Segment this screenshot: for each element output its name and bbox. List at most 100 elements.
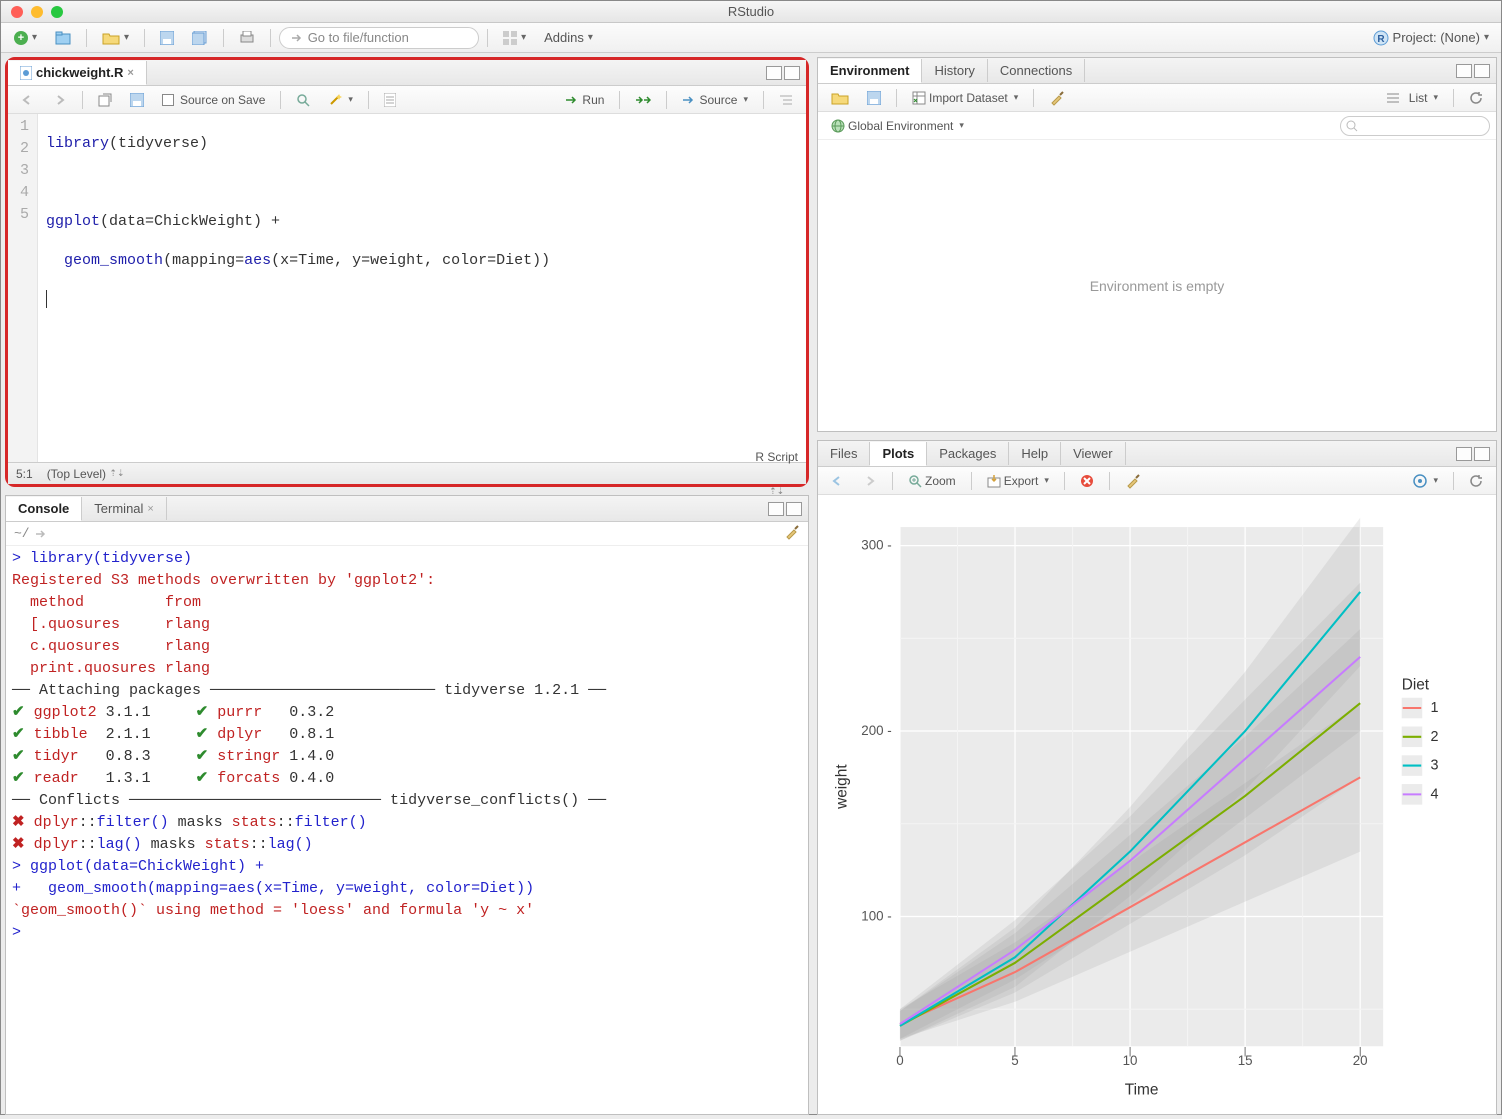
source-tab-chickweight[interactable]: chickweight.R × — [8, 61, 147, 85]
svg-text:200 -: 200 - — [861, 723, 891, 738]
app-title: RStudio — [1, 4, 1501, 19]
export-plot-button[interactable]: Export — [980, 471, 1056, 491]
working-directory[interactable]: ~/ — [14, 526, 30, 541]
maximize-env-icon[interactable] — [1474, 64, 1490, 78]
titlebar: RStudio — [1, 1, 1501, 23]
tab-history[interactable]: History — [922, 59, 987, 82]
minimize-env-icon[interactable] — [1456, 64, 1472, 78]
language-selector[interactable]: R Script ⇡⇣ — [755, 450, 798, 497]
project-menu[interactable]: R Project: (None) ▾ — [1367, 30, 1495, 46]
tab-viewer[interactable]: Viewer — [1061, 442, 1126, 465]
source-on-save-checkbox[interactable]: Source on Save — [155, 90, 272, 110]
clear-console-button[interactable] — [784, 524, 800, 544]
minimize-pane-icon[interactable] — [766, 66, 782, 80]
clear-env-button[interactable] — [1042, 87, 1072, 109]
remove-plot-button[interactable] — [1073, 471, 1101, 491]
new-project-button[interactable] — [48, 28, 78, 48]
tab-files[interactable]: Files — [818, 442, 870, 465]
svg-text:weight: weight — [834, 764, 851, 810]
tab-connections[interactable]: Connections — [988, 59, 1085, 82]
search-icon — [1346, 120, 1358, 132]
refresh-plot-button[interactable] — [1462, 471, 1490, 491]
clear-plots-button[interactable] — [1118, 470, 1148, 492]
load-workspace-button[interactable] — [824, 88, 856, 108]
svg-text:300 -: 300 - — [861, 538, 891, 553]
rerun-button[interactable] — [628, 92, 658, 108]
goto-placeholder: Go to file/function — [308, 30, 409, 45]
zoom-plot-button[interactable]: Zoom — [901, 471, 963, 491]
tab-packages[interactable]: Packages — [927, 442, 1009, 465]
save-source-button[interactable] — [123, 90, 151, 110]
refresh-env-button[interactable] — [1462, 88, 1490, 108]
wd-arrow-icon[interactable] — [34, 528, 48, 540]
close-tab-icon[interactable]: × — [127, 67, 133, 79]
tab-plots[interactable]: Plots — [870, 442, 927, 466]
svg-text:|: | — [1244, 1046, 1247, 1057]
svg-text:4: 4 — [1430, 786, 1438, 802]
outline-button[interactable] — [772, 91, 800, 109]
svg-text:2: 2 — [1430, 729, 1438, 745]
addins-menu[interactable]: Addins ▾ — [537, 27, 600, 48]
svg-text:1: 1 — [1430, 700, 1438, 716]
remove-icon — [1080, 474, 1094, 488]
minimize-plots-icon[interactable] — [1456, 447, 1472, 461]
save-all-button[interactable] — [185, 28, 215, 48]
import-dataset-button[interactable]: Import Dataset — [905, 88, 1025, 108]
prev-plot-button[interactable] — [824, 472, 852, 490]
goto-file-function[interactable]: Go to file/function — [279, 27, 479, 49]
source-statusbar: 5:1 (Top Level) ⇡⇣ R Script ⇡⇣ — [8, 462, 806, 484]
env-search-input[interactable] — [1340, 116, 1490, 136]
code-editor[interactable]: 12345 library(tidyverse) ggplot(data=Chi… — [8, 114, 806, 462]
scope-selector[interactable]: (Top Level) ⇡⇣ — [47, 467, 125, 481]
main-toolbar: +▾ ▾ Go to file/function ▾ Addins ▾ R Pr… — [1, 23, 1501, 53]
svg-text:3: 3 — [1430, 758, 1438, 774]
console-output[interactable]: > library(tidyverse)Registered S3 method… — [6, 546, 808, 1114]
run-arrow-icon — [565, 95, 579, 105]
env-scope-selector[interactable]: Global Environment — [824, 116, 971, 136]
refresh-icon — [1469, 474, 1483, 488]
plots-toolbar: Zoom Export — [818, 467, 1496, 495]
plots-tabs: Files Plots Packages Help Viewer — [818, 441, 1496, 467]
plots-pane: Files Plots Packages Help Viewer Zoom Ex… — [817, 440, 1497, 1115]
export-icon — [987, 474, 1001, 488]
cursor-position: 5:1 — [16, 467, 33, 481]
source-tab-label: chickweight.R — [36, 65, 123, 80]
tab-environment[interactable]: Environment — [818, 59, 922, 83]
show-in-new-window-button[interactable] — [91, 90, 119, 110]
find-button[interactable] — [289, 90, 317, 110]
svg-text:R: R — [1377, 34, 1385, 45]
broom-icon — [1049, 90, 1065, 106]
close-terminal-icon[interactable]: × — [147, 503, 153, 515]
run-button[interactable]: Run — [558, 90, 611, 110]
compile-report-button[interactable] — [377, 90, 403, 110]
wand-icon — [328, 93, 342, 107]
env-tabs: Environment History Connections — [818, 58, 1496, 84]
print-button[interactable] — [232, 28, 262, 48]
minimize-console-icon[interactable] — [768, 502, 784, 516]
source-button[interactable]: Source — [675, 90, 755, 110]
publish-plot-button[interactable] — [1406, 471, 1445, 491]
tab-console[interactable]: Console — [6, 497, 82, 521]
grid-view-button[interactable]: ▾ — [496, 28, 533, 48]
magnifier-icon — [296, 93, 310, 107]
env-view-mode[interactable]: List — [1380, 88, 1445, 108]
next-plot-button[interactable] — [856, 472, 884, 490]
new-file-button[interactable]: +▾ — [7, 28, 44, 48]
r-project-icon: R — [1373, 30, 1389, 46]
maximize-plots-icon[interactable] — [1474, 447, 1490, 461]
tab-terminal[interactable]: Terminal × — [82, 497, 167, 520]
open-file-button[interactable]: ▾ — [95, 28, 136, 48]
save-button[interactable] — [153, 28, 181, 48]
save-workspace-button[interactable] — [860, 88, 888, 108]
forward-button[interactable] — [46, 91, 74, 109]
globe-icon — [831, 119, 845, 133]
back-button[interactable] — [14, 91, 42, 109]
maximize-pane-icon[interactable] — [784, 66, 800, 80]
env-toolbar: Import Dataset List — [818, 84, 1496, 112]
tab-help[interactable]: Help — [1009, 442, 1061, 465]
maximize-console-icon[interactable] — [786, 502, 802, 516]
svg-text:|: | — [1359, 1046, 1362, 1057]
env-empty-message: Environment is empty — [818, 140, 1496, 431]
code-tools-button[interactable] — [321, 90, 360, 110]
source-tabs: chickweight.R × — [8, 60, 806, 86]
